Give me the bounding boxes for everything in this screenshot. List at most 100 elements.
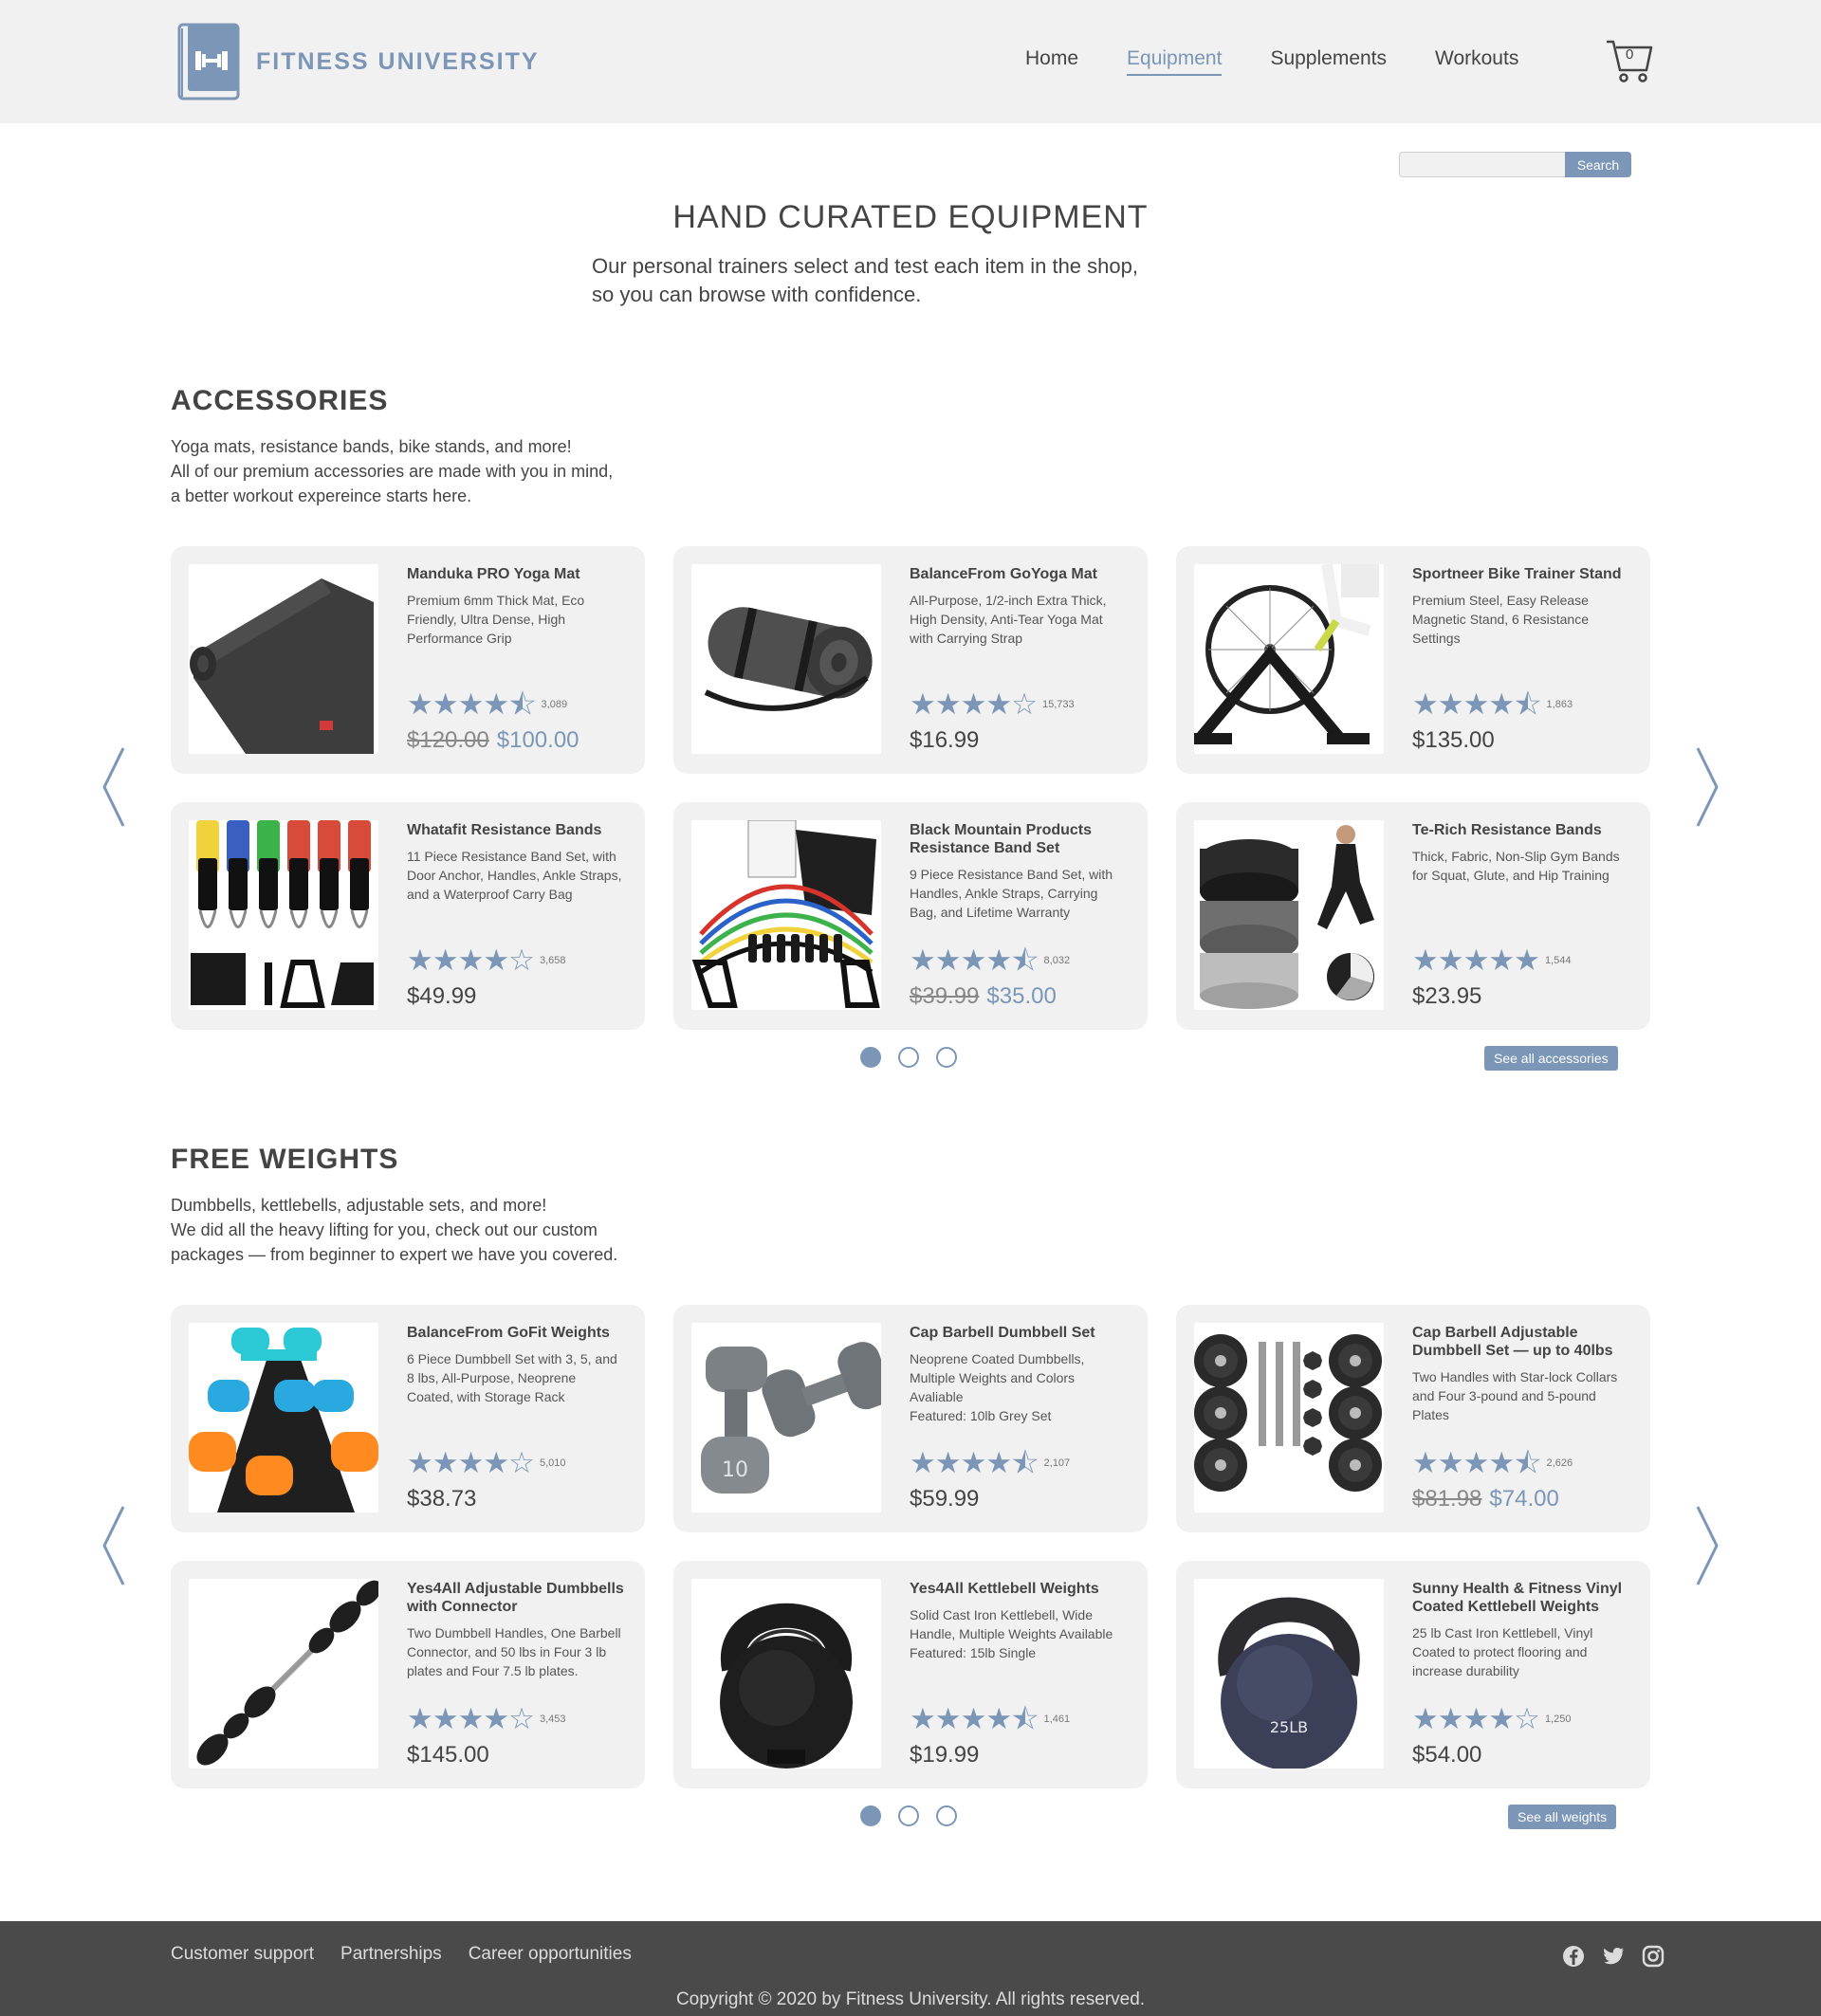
rating-count[interactable]: 1,544 (1545, 955, 1572, 966)
accessories-next-arrow-icon[interactable] (1694, 746, 1720, 828)
product-card[interactable]: 25LB Sunny Health & Fitness Vinyl Coated… (1176, 1561, 1650, 1788)
product-image[interactable] (189, 564, 378, 754)
product-rating: ★★★★☆ 15,733 (910, 689, 1075, 719)
product-card[interactable]: Cap Barbell Adjustable Dumbbell Set — up… (1176, 1305, 1650, 1532)
product-image[interactable] (1194, 564, 1384, 754)
product-description: 25 lb Cast Iron Kettlebell, Vinyl Coated… (1412, 1623, 1630, 1680)
footer-link-careers[interactable]: Career opportunities (469, 1944, 632, 1965)
product-image[interactable] (691, 1579, 881, 1769)
product-description-line: 9 Piece Resistance Band Set, with Handle… (910, 867, 1113, 920)
product-card[interactable]: Te-Rich Resistance Bands Thick, Fabric, … (1176, 802, 1650, 1030)
product-card[interactable]: Manduka PRO Yoga Mat Premium 6mm Thick M… (171, 546, 645, 774)
accessories-prev-arrow-icon[interactable] (101, 746, 127, 828)
product-image[interactable] (189, 1323, 378, 1512)
product-title[interactable]: Cap Barbell Dumbbell Set (910, 1324, 1128, 1342)
search-button[interactable]: Search (1565, 152, 1631, 177)
twitter-icon[interactable] (1601, 1944, 1626, 1969)
product-title[interactable]: Cap Barbell Adjustable Dumbbell Set — up… (1412, 1324, 1630, 1360)
product-image[interactable] (189, 1579, 378, 1769)
instagram-icon[interactable] (1641, 1944, 1665, 1969)
cart-button[interactable]: 0 (1605, 38, 1654, 83)
product-title[interactable]: Sunny Health & Fitness Vinyl Coated Kett… (1412, 1580, 1630, 1616)
pagination-dot[interactable] (898, 1047, 919, 1068)
product-title[interactable]: Te-Rich Resistance Bands (1412, 821, 1630, 839)
product-info: Manduka PRO Yoga Mat Premium 6mm Thick M… (407, 565, 625, 648)
brand-logo[interactable]: FITNESS UNIVERSITY (176, 23, 540, 101)
product-title[interactable]: Yes4All Adjustable Dumbbells with Connec… (407, 1580, 625, 1616)
svg-text:10: 10 (722, 1458, 748, 1482)
product-title[interactable]: BalanceFrom GoYoga Mat (910, 565, 1128, 583)
product-title[interactable]: Manduka PRO Yoga Mat (407, 565, 625, 583)
product-card[interactable]: Sportneer Bike Trainer Stand Premium Ste… (1176, 546, 1650, 774)
footer-link-customer-support[interactable]: Customer support (171, 1944, 314, 1965)
product-rating: ★★★★⯪ 8,032 (910, 945, 1071, 975)
product-info: BalanceFrom GoYoga Mat All-Purpose, 1/2-… (910, 565, 1128, 648)
star-rating-icon: ★★★★⯪ (910, 1446, 1039, 1479)
rating-count[interactable]: 1,461 (1044, 1714, 1071, 1725)
nav-workouts[interactable]: Workouts (1435, 47, 1518, 76)
rating-count[interactable]: 8,032 (1044, 955, 1071, 966)
product-title[interactable]: BalanceFrom GoFit Weights (407, 1324, 625, 1342)
product-image[interactable] (691, 820, 881, 1010)
rating-count[interactable]: 2,107 (1044, 1457, 1071, 1469)
price: $59.99 (910, 1486, 980, 1512)
rating-count[interactable]: 3,453 (540, 1714, 566, 1725)
weights-prev-arrow-icon[interactable] (101, 1505, 127, 1586)
product-price: $49.99 (407, 983, 476, 1010)
pagination-dot[interactable] (936, 1805, 957, 1826)
product-image[interactable] (189, 820, 378, 1010)
product-card[interactable]: Whatafit Resistance Bands 11 Piece Resis… (171, 802, 645, 1030)
product-title[interactable]: Sportneer Bike Trainer Stand (1412, 565, 1630, 583)
rating-count[interactable]: 3,658 (540, 955, 566, 966)
facebook-icon[interactable] (1561, 1944, 1586, 1969)
product-image[interactable] (1194, 820, 1384, 1010)
pagination-dot[interactable] (860, 1805, 881, 1826)
rating-count[interactable]: 1,250 (1545, 1714, 1572, 1725)
nav-supplements[interactable]: Supplements (1270, 47, 1387, 76)
product-image[interactable]: 10 (691, 1323, 881, 1512)
product-title[interactable]: Yes4All Kettlebell Weights (910, 1580, 1128, 1598)
product-info: Sunny Health & Fitness Vinyl Coated Kett… (1412, 1580, 1630, 1680)
dumbbell-book-icon (177, 23, 240, 101)
star-rating-icon: ★★★★⯪ (1412, 1446, 1542, 1479)
rating-count[interactable]: 5,010 (540, 1457, 566, 1469)
product-card[interactable]: 10 Cap Barbell Dumbbell Set Neoprene Coa… (673, 1305, 1148, 1532)
pagination-dot[interactable] (860, 1047, 881, 1068)
product-rating: ★★★★⯪ 2,626 (1412, 1446, 1573, 1479)
rating-count[interactable]: 1,863 (1547, 699, 1573, 710)
product-card[interactable]: Yes4All Kettlebell Weights Solid Cast Ir… (673, 1561, 1148, 1788)
see-all-accessories-button[interactable]: See all accessories (1484, 1046, 1618, 1071)
product-card[interactable]: BalanceFrom GoYoga Mat All-Purpose, 1/2-… (673, 546, 1148, 774)
nav-equipment[interactable]: Equipment (1127, 47, 1223, 76)
product-rating: ★★★★⯪ 1,863 (1412, 689, 1573, 719)
page-title: HAND CURATED EQUIPMENT (672, 199, 1149, 235)
product-price: $54.00 (1412, 1742, 1481, 1769)
product-description: Premium Steel, Easy Release Magnetic Sta… (1412, 591, 1630, 648)
pagination-dot[interactable] (936, 1047, 957, 1068)
pagination-dot[interactable] (898, 1805, 919, 1826)
product-image[interactable]: 25LB (1194, 1579, 1384, 1769)
see-all-weights-button[interactable]: See all weights (1508, 1805, 1617, 1829)
product-card[interactable]: Yes4All Adjustable Dumbbells with Connec… (171, 1561, 645, 1788)
main-nav: Home Equipment Supplements Workouts (1025, 47, 1567, 76)
rating-count[interactable]: 2,626 (1547, 1457, 1573, 1469)
rating-count[interactable]: 15,733 (1042, 699, 1075, 710)
weights-next-arrow-icon[interactable] (1694, 1505, 1720, 1586)
product-card[interactable]: BalanceFrom GoFit Weights 6 Piece Dumbbe… (171, 1305, 645, 1532)
product-price: $120.00 $100.00 (407, 727, 579, 754)
rating-count[interactable]: 3,089 (542, 699, 568, 710)
product-image[interactable] (1194, 1323, 1384, 1512)
product-info: Te-Rich Resistance Bands Thick, Fabric, … (1412, 821, 1630, 885)
search-input[interactable] (1399, 152, 1565, 177)
original-price: $39.99 (910, 983, 980, 1009)
product-price: $16.99 (910, 727, 979, 754)
price: $38.73 (407, 1486, 477, 1512)
product-title[interactable]: Whatafit Resistance Bands (407, 821, 625, 839)
footer-links: Customer support Partnerships Career opp… (171, 1944, 658, 1965)
footer-link-partnerships[interactable]: Partnerships (340, 1944, 442, 1965)
product-card[interactable]: Black Mountain Products Resistance Band … (673, 802, 1148, 1030)
product-title[interactable]: Black Mountain Products Resistance Band … (910, 821, 1128, 857)
product-description: 9 Piece Resistance Band Set, with Handle… (910, 865, 1128, 922)
nav-home[interactable]: Home (1025, 47, 1078, 76)
product-image[interactable] (691, 564, 881, 754)
